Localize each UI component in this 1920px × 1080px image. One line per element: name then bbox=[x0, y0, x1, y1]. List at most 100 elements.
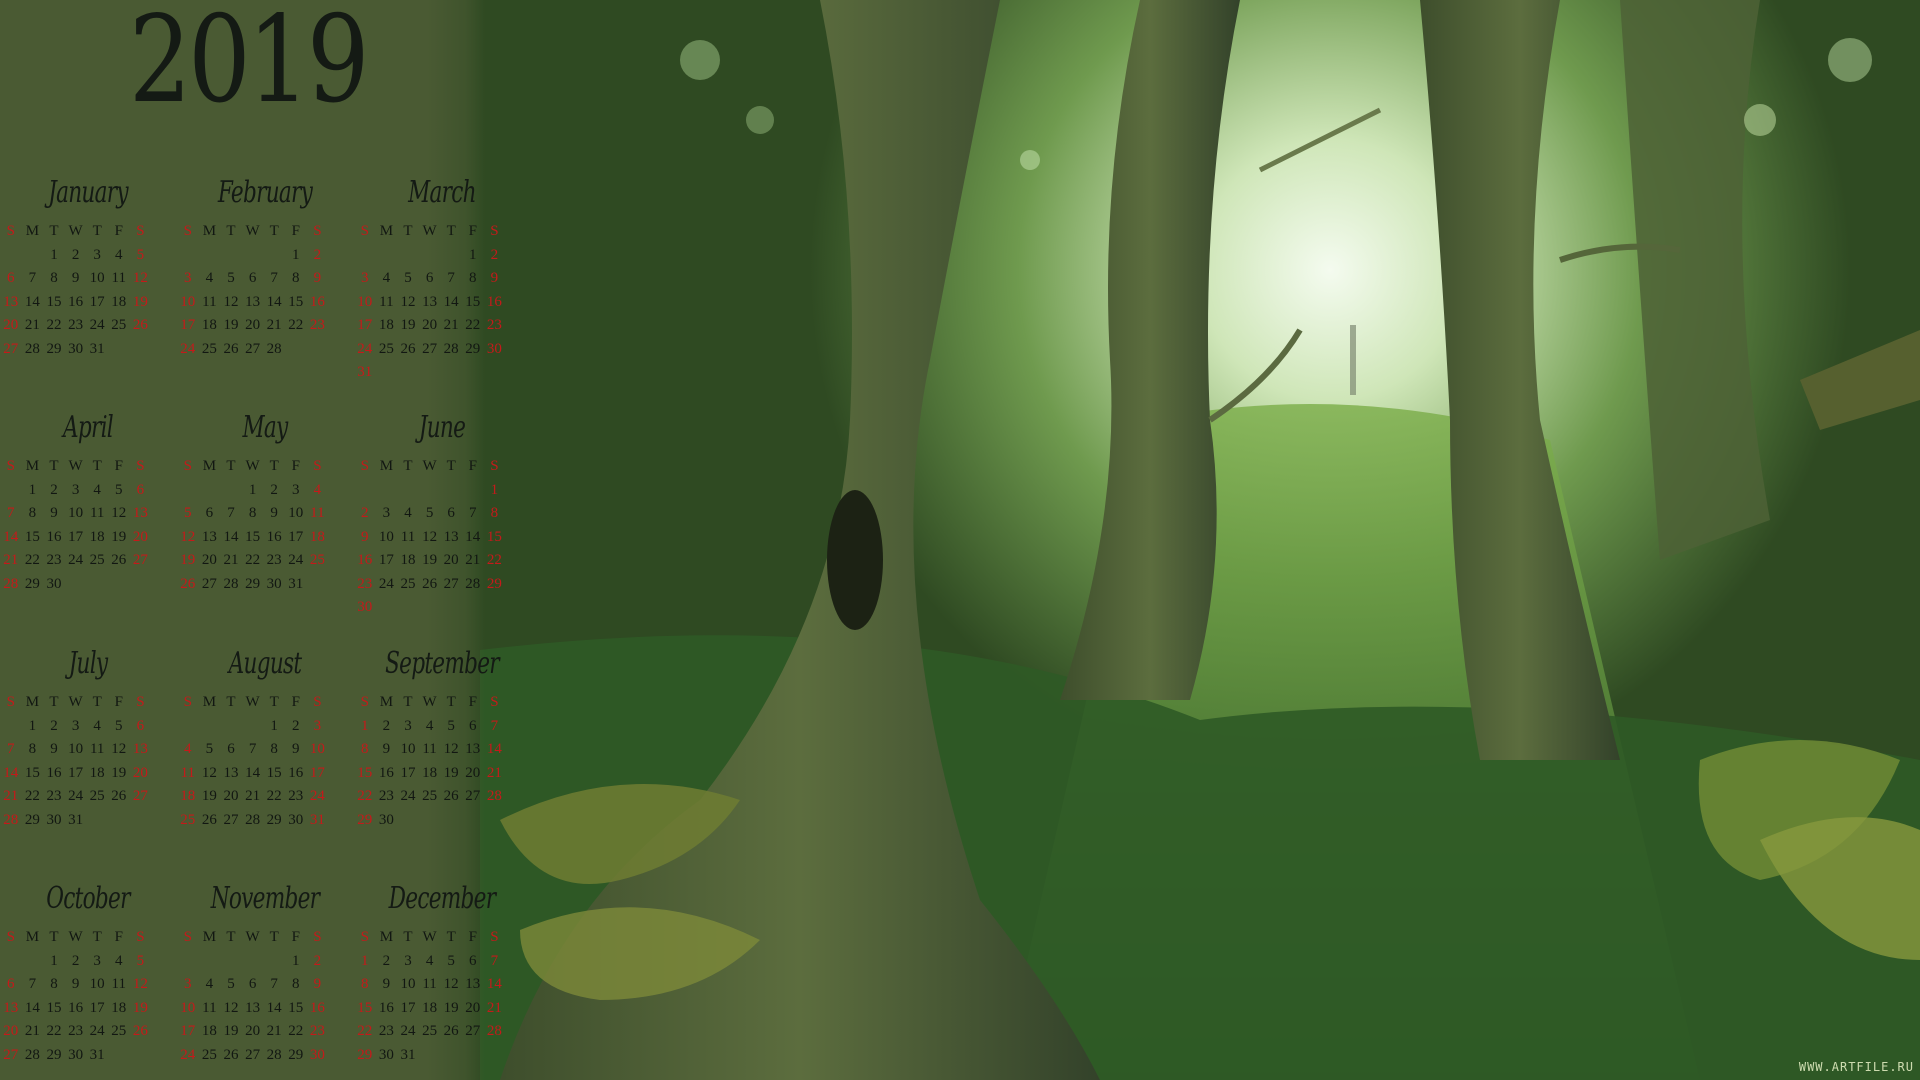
day-cell: 4 bbox=[205, 270, 214, 286]
weekday-header: S bbox=[490, 929, 499, 945]
weekday-header: M bbox=[379, 223, 394, 239]
empty-cell bbox=[242, 950, 264, 974]
day-cell: 2 bbox=[50, 717, 58, 734]
empty-cell bbox=[0, 715, 22, 739]
day-cell: 10 bbox=[180, 999, 196, 1016]
weekday-header: T bbox=[226, 929, 236, 945]
day-cell: 21 bbox=[266, 317, 282, 333]
weekday-header: S bbox=[490, 458, 499, 474]
day-cell: 18 bbox=[422, 999, 438, 1016]
day-cell: 10 bbox=[357, 293, 373, 310]
empty-cell bbox=[199, 715, 221, 739]
day-cell: 23 bbox=[309, 1023, 325, 1039]
day-cell: 15 bbox=[357, 764, 373, 781]
day-cell: 20 bbox=[223, 788, 239, 804]
day-cell: 21 bbox=[245, 788, 261, 804]
day-cell: 12 bbox=[443, 976, 459, 992]
day-cell: 26 bbox=[111, 552, 127, 568]
day-cell: 5 bbox=[404, 270, 412, 286]
day-cell: 5 bbox=[184, 505, 192, 521]
weekday-header: T bbox=[49, 929, 59, 945]
day-cell: 1 bbox=[469, 246, 477, 263]
day-cell: 4 bbox=[205, 976, 214, 992]
day-cell: 17 bbox=[378, 552, 394, 568]
empty-cell bbox=[177, 244, 199, 268]
day-cell: 6 bbox=[447, 505, 455, 521]
day-cell: 28 bbox=[3, 575, 19, 592]
day-cell: 12 bbox=[132, 976, 148, 992]
day-cell: 15 bbox=[357, 999, 373, 1016]
day-cell: 21 bbox=[443, 317, 459, 333]
empty-cell bbox=[220, 950, 242, 974]
day-cell: 1 bbox=[28, 717, 37, 734]
day-cell: 19 bbox=[111, 764, 127, 781]
month-august: August S M T W T F S 1 2 3 4 5 6 7 8 9 10 11 12 13 14 15 16 17 18… bbox=[177, 643, 353, 832]
weekday-header: S bbox=[360, 458, 369, 474]
day-cell: 16 bbox=[309, 999, 325, 1016]
day-cell: 5 bbox=[136, 246, 145, 263]
weekday-header: S bbox=[136, 458, 145, 474]
day-cell: 8 bbox=[270, 741, 278, 757]
day-cell: 5 bbox=[115, 717, 123, 734]
day-cell: 28 bbox=[3, 811, 19, 828]
month-october: October S M T W T F S 1 2 3 4 5 6 7 8 9 10 11 12 13 14 15 16 17 1… bbox=[0, 878, 176, 1067]
day-cell: 2 bbox=[361, 505, 369, 521]
day-cell: 30 bbox=[309, 1046, 325, 1063]
day-cell: 27 bbox=[3, 1046, 19, 1063]
day-cell: 15 bbox=[486, 528, 502, 545]
day-cell: 2 bbox=[382, 717, 391, 734]
day-cell: 8 bbox=[28, 741, 37, 757]
day-cell: 23 bbox=[68, 1023, 84, 1039]
day-cell: 3 bbox=[404, 952, 412, 969]
month-july: July S M T W T F S 1 2 3 4 5 6 7 8 9 10 11 12 13 14 15 16 17 18 19… bbox=[0, 643, 176, 832]
day-cell: 24 bbox=[309, 788, 325, 804]
day-cell: 3 bbox=[184, 270, 192, 286]
day-cell: 28 bbox=[245, 811, 261, 828]
day-cell: 27 bbox=[223, 811, 239, 828]
day-cell: 5 bbox=[136, 952, 145, 969]
day-cell: 24 bbox=[400, 1023, 416, 1039]
empty-cell bbox=[440, 244, 462, 268]
day-grid: S M T W T F S 1 2 3 4 5 6 7 8 9 10 11 12 13 14 15 16 17 18 19 20 21… bbox=[0, 926, 176, 1067]
weekday-header: T bbox=[446, 223, 456, 239]
day-cell: 18 bbox=[201, 317, 217, 333]
day-cell: 12 bbox=[400, 293, 416, 310]
day-cell: 9 bbox=[71, 976, 80, 992]
weekday-header: F bbox=[114, 458, 123, 474]
weekday-header: W bbox=[245, 694, 260, 710]
day-cell: 6 bbox=[227, 741, 235, 757]
day-cell: 8 bbox=[292, 976, 300, 992]
day-cell: 22 bbox=[46, 1023, 62, 1039]
day-cell: 8 bbox=[469, 270, 477, 286]
day-cell: 30 bbox=[378, 1046, 394, 1063]
day-cell: 24 bbox=[180, 340, 196, 357]
empty-cell bbox=[177, 950, 199, 974]
day-cell: 4 bbox=[115, 246, 123, 263]
day-cell: 20 bbox=[422, 317, 438, 333]
day-cell: 26 bbox=[400, 340, 416, 357]
day-cell: 17 bbox=[288, 528, 304, 545]
day-cell: 20 bbox=[132, 764, 148, 781]
day-cell: 29 bbox=[24, 575, 40, 592]
weekday-header: S bbox=[6, 694, 15, 710]
weekday-header: T bbox=[226, 223, 236, 239]
day-cell: 13 bbox=[465, 741, 481, 757]
day-grid: S M T W T F S 1 2 3 4 5 6 7 8 9 10 11 12 13 14 15 16 17 18 19 20 21… bbox=[354, 455, 530, 620]
day-cell: 28 bbox=[486, 1023, 502, 1039]
day-cell: 9 bbox=[50, 505, 58, 521]
day-cell: 30 bbox=[378, 811, 394, 828]
day-cell: 27 bbox=[422, 340, 438, 357]
day-cell: 16 bbox=[309, 293, 325, 310]
month-name: June bbox=[418, 410, 466, 445]
day-cell: 24 bbox=[89, 317, 105, 333]
weekday-header: M bbox=[25, 694, 40, 710]
weekday-header: F bbox=[114, 694, 123, 710]
day-cell: 1 bbox=[248, 481, 257, 498]
empty-cell bbox=[0, 479, 22, 503]
day-cell: 21 bbox=[266, 1023, 282, 1039]
empty-cell bbox=[440, 479, 462, 503]
day-cell: 23 bbox=[378, 1023, 394, 1039]
day-cell: 21 bbox=[3, 552, 19, 568]
day-cell: 27 bbox=[3, 340, 19, 357]
day-cell: 19 bbox=[223, 317, 239, 333]
